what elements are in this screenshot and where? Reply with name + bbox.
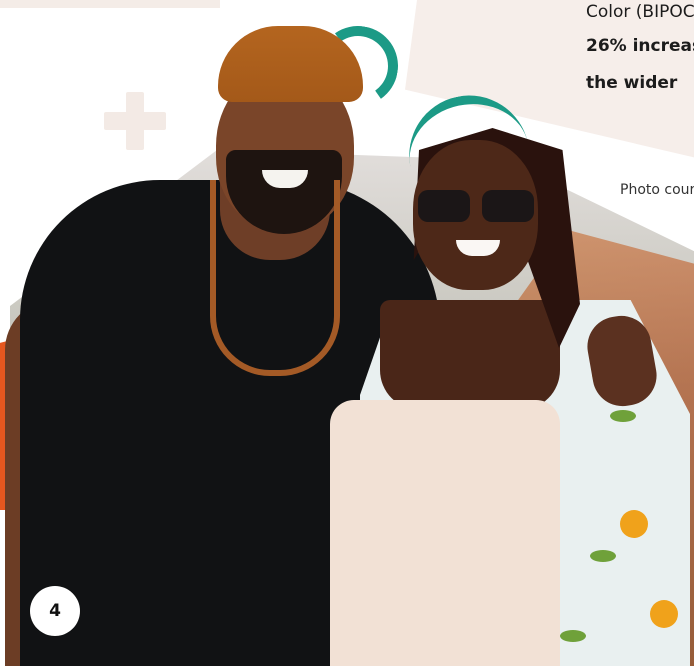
stat-callout: Color (BIPOC 26% increase the wider	[586, 0, 694, 110]
man-necklace	[210, 180, 340, 376]
woman-dress	[330, 400, 560, 666]
photo-credit: Photo courtesy	[620, 182, 694, 198]
shirt-leaf	[560, 630, 586, 642]
callout-line-3: the wider	[586, 73, 678, 93]
report-page: Color (BIPOC 26% increase the wider Phot…	[0, 0, 694, 666]
man-beanie	[218, 26, 363, 102]
page-number-badge: 4	[30, 586, 80, 636]
shirt-leaf	[590, 550, 616, 562]
woman-chest	[380, 300, 560, 410]
shirt-leaf	[610, 410, 636, 422]
sunglasses-lens-right	[482, 190, 534, 222]
shirt-flower	[650, 600, 678, 628]
woman-sunglasses	[418, 190, 536, 224]
sunglasses-lens-left	[418, 190, 470, 222]
callout-line-1: Color (BIPOC	[586, 2, 694, 22]
callout-line-2: 26% increase	[586, 36, 694, 56]
shirt-flower	[620, 510, 648, 538]
